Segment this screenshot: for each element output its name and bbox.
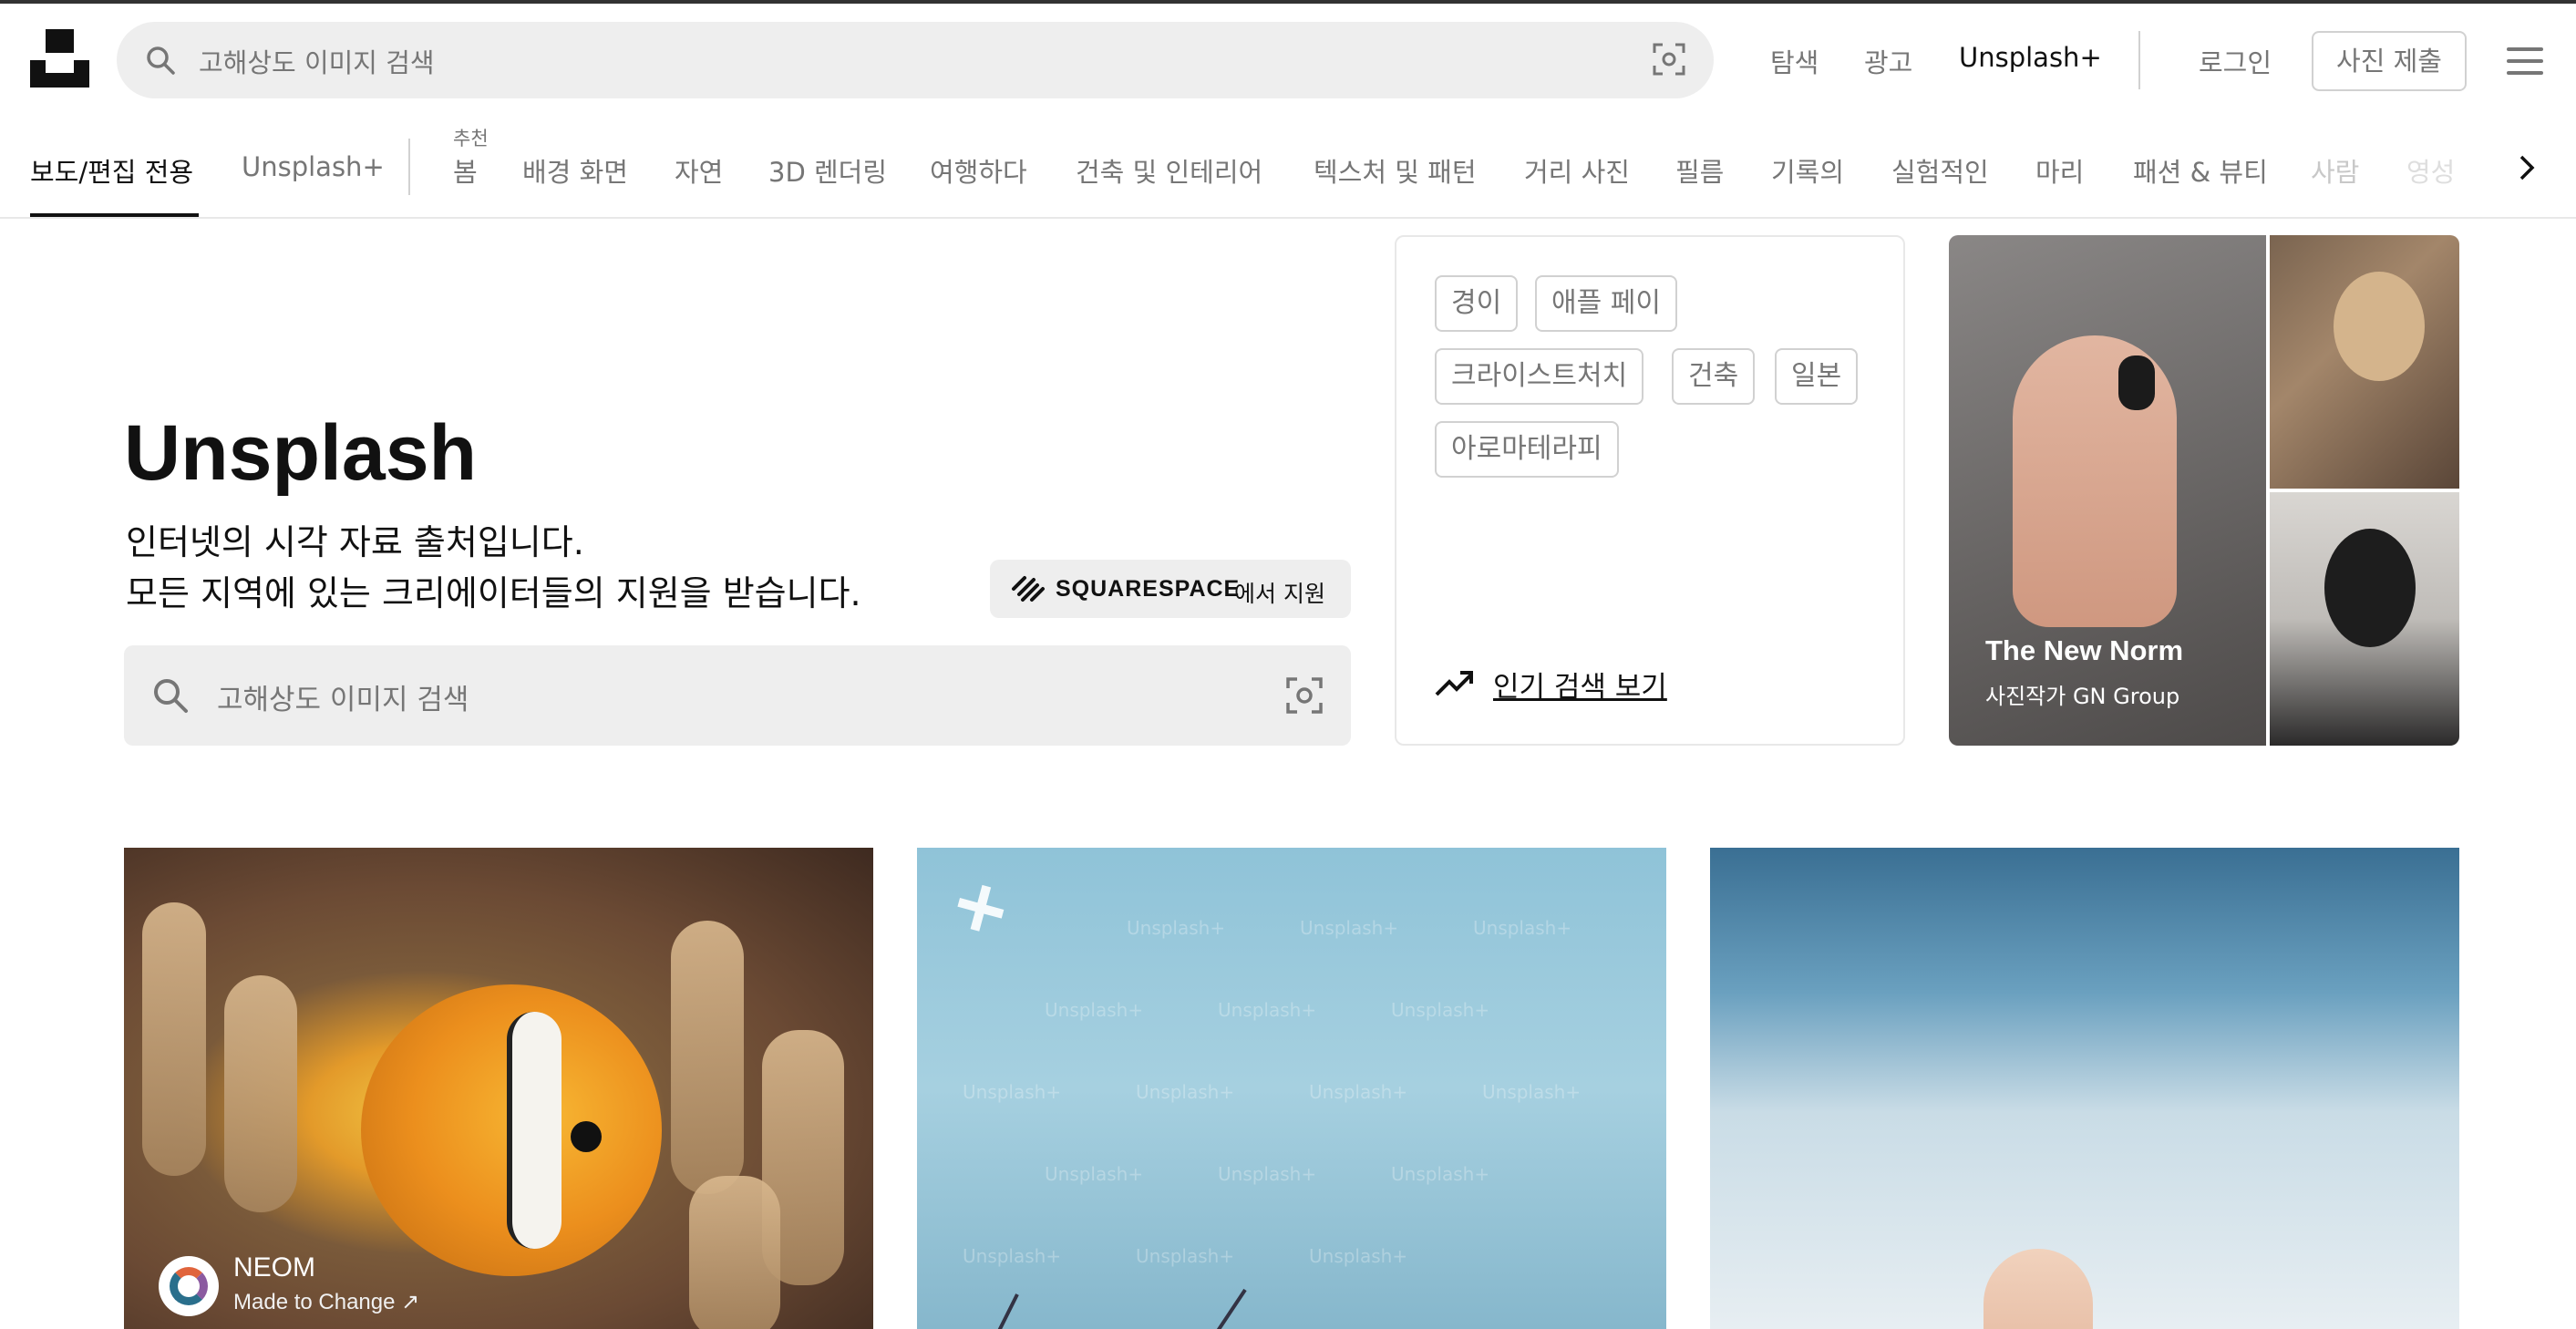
tab-archival[interactable]: 기록의 [1771, 151, 1844, 190]
photo-card-sky[interactable]: Unsplash+ Unsplash+ Unsplash+ Unsplash+ … [917, 848, 1666, 1329]
watermark: Unsplash+ [1309, 1245, 1408, 1267]
tab-spring[interactable]: 봄 [453, 151, 478, 190]
tab-travel[interactable]: 여행하다 [930, 151, 1027, 190]
promo-image-bottom-right [2270, 492, 2459, 746]
watermark: Unsplash+ [1127, 917, 1226, 939]
active-tab-indicator [30, 213, 199, 217]
unsplash-plus-logo-icon [955, 884, 1010, 943]
promo-title: The New Norm [1985, 634, 2184, 666]
nav-advertise[interactable]: 광고 [1864, 42, 1912, 80]
tab-3d-renders[interactable]: 3D 렌더링 [768, 151, 887, 190]
chevron-right-icon[interactable] [2509, 149, 2545, 186]
nav-explore[interactable]: 탐색 [1770, 42, 1819, 80]
trending-searches-panel: 경이 애플 페이 크라이스트처치 건축 일본 아로마테라피 인기 검색 보기 [1395, 235, 1905, 746]
watermark: Unsplash+ [1136, 1245, 1235, 1267]
tab-people[interactable]: 사람 [2311, 151, 2359, 190]
watermark: Unsplash+ [963, 1081, 1062, 1103]
header-search-bar[interactable]: 고해상도 이미지 검색 [117, 22, 1714, 98]
category-tabs: 보도/편집 전용 Unsplash+ 추천 봄 배경 화면 자연 3D 렌더링 … [0, 113, 2576, 219]
search-icon[interactable] [144, 44, 177, 80]
tab-unsplash-plus[interactable]: Unsplash+ [242, 151, 385, 182]
promo-collage[interactable]: The New Norm 사진작가 GN Group [1949, 235, 2459, 746]
hero-search-input[interactable]: 고해상도 이미지 검색 [217, 676, 469, 717]
hand-image [1984, 1249, 2093, 1329]
tabs-divider [408, 139, 410, 195]
site-header: 고해상도 이미지 검색 탐색 광고 Unsplash+ 로그인 사진 제출 [0, 4, 2576, 113]
tab-nature[interactable]: 자연 [675, 151, 723, 190]
promo-image-top-right [2270, 235, 2459, 489]
visual-search-icon[interactable] [1652, 42, 1686, 80]
author-name[interactable]: NEOM [233, 1252, 315, 1283]
sponsor-brand: SQUARESPACE [1056, 576, 1241, 602]
watermark: Unsplash+ [1218, 999, 1317, 1021]
trend-chip[interactable]: 경이 [1435, 275, 1519, 332]
hamburger-menu-icon[interactable] [2507, 47, 2543, 75]
nav-login[interactable]: 로그인 [2199, 42, 2272, 80]
tab-animals[interactable]: 마리 [2035, 151, 2084, 190]
watermark: Unsplash+ [1300, 917, 1399, 939]
author-link[interactable]: Made to Change ↗ [233, 1289, 419, 1315]
promo-main-image [1949, 235, 2266, 746]
search-icon[interactable] [151, 676, 190, 718]
header-divider [2138, 31, 2140, 89]
tab-architecture[interactable]: 건축 및 인테리어 [1076, 151, 1262, 190]
watermark: Unsplash+ [1391, 1163, 1490, 1185]
sponsor-badge[interactable]: SQUARESPACE 에서 지원 [990, 560, 1351, 618]
hero-search-bar[interactable]: 고해상도 이미지 검색 [124, 645, 1351, 746]
watermark: Unsplash+ [1309, 1081, 1408, 1103]
unsplash-logo[interactable] [30, 29, 89, 88]
tab-spirituality[interactable]: 영성 [2406, 151, 2455, 190]
tab-street[interactable]: 거리 사진 [1524, 151, 1630, 190]
trend-chip[interactable]: 아로마테라피 [1435, 421, 1619, 478]
watermark: Unsplash+ [1218, 1163, 1317, 1185]
visual-search-icon[interactable] [1285, 676, 1324, 718]
watermark: Unsplash+ [1045, 999, 1144, 1021]
trend-chip[interactable]: 건축 [1672, 348, 1756, 405]
photo-card-hand[interactable] [1710, 848, 2459, 1329]
author-avatar[interactable] [159, 1256, 219, 1316]
nav-unsplash-plus[interactable]: Unsplash+ [1959, 42, 2102, 73]
watermark: Unsplash+ [1482, 1081, 1582, 1103]
header-search-input[interactable]: 고해상도 이미지 검색 [199, 42, 435, 80]
trending-link-label[interactable]: 인기 검색 보기 [1493, 664, 1667, 705]
watermark: Unsplash+ [963, 1245, 1062, 1267]
promo-subtitle: 사진작가 GN Group [1985, 684, 2180, 709]
tab-fashion[interactable]: 패션 & 뷰티 [2133, 151, 2268, 190]
tab-wallpapers[interactable]: 배경 화면 [522, 151, 628, 190]
trend-chip[interactable]: 애플 페이 [1535, 275, 1677, 332]
hero-title: Unsplash [124, 409, 478, 497]
hero-tagline-1: 인터넷의 시각 자료 출처입니다. [126, 522, 584, 562]
recommended-badge: 추천 [453, 128, 489, 149]
hero-tagline-2: 모든 지역에 있는 크리에이터들의 지원을 받습니다. [126, 573, 861, 613]
photo-card-clownfish[interactable]: NEOM Made to Change ↗ [124, 848, 873, 1329]
watermark: Unsplash+ [1473, 917, 1572, 939]
trending-up-icon [1435, 667, 1475, 702]
tab-editorial[interactable]: 보도/편집 전용 [30, 151, 193, 190]
tab-film[interactable]: 필름 [1675, 151, 1724, 190]
trend-chip[interactable]: 일본 [1775, 348, 1859, 405]
tab-experimental[interactable]: 실험적인 [1891, 151, 1989, 190]
tab-textures[interactable]: 텍스처 및 패턴 [1314, 151, 1477, 190]
sponsor-suffix: 에서 지원 [1234, 581, 1325, 607]
bird-silhouettes [997, 1288, 1247, 1329]
squarespace-logo-icon [1010, 574, 1046, 607]
hearing-device-image [2118, 355, 2155, 410]
trend-chip[interactable]: 크라이스트처치 [1435, 348, 1644, 405]
watermark: Unsplash+ [1136, 1081, 1235, 1103]
watermark: Unsplash+ [1045, 1163, 1144, 1185]
watermark: Unsplash+ [1391, 999, 1490, 1021]
submit-photo-button[interactable]: 사진 제출 [2312, 31, 2467, 91]
